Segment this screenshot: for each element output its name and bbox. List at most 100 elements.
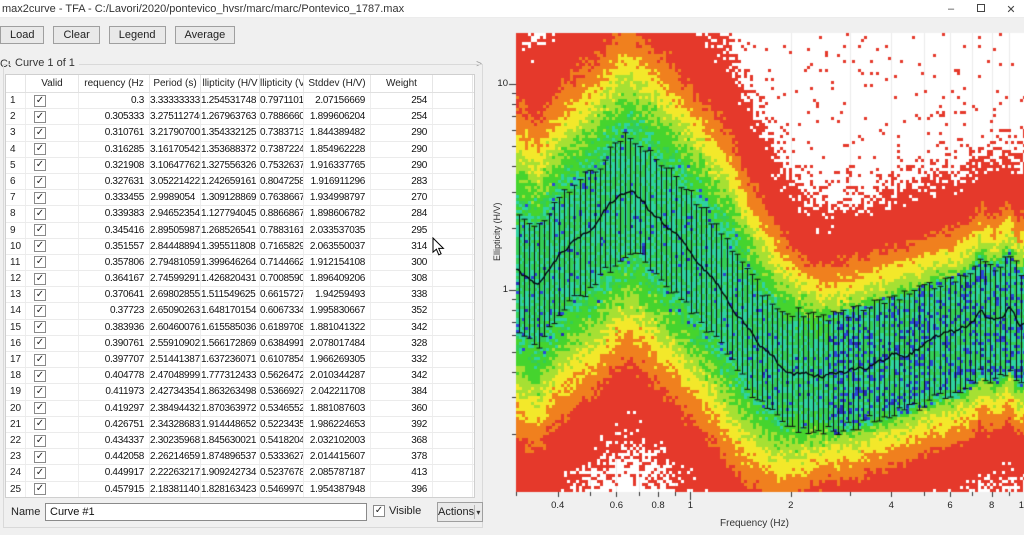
row-number: 21: [6, 417, 26, 432]
table-cell: 1.354332125: [201, 125, 260, 140]
table-row: 24✓0.4499172.2226321741.9092427340.52376…: [6, 465, 474, 481]
valid-checkbox[interactable]: ✓: [34, 256, 46, 268]
y-tick-label: 10: [490, 78, 508, 89]
table-cell: 328: [371, 336, 433, 351]
valid-cell: ✓: [26, 449, 79, 464]
table-cell: 1.777312433: [201, 368, 260, 383]
toolbar-button-clear[interactable]: Clear: [53, 26, 99, 44]
table-cell: 2.183811406: [150, 482, 201, 497]
valid-checkbox[interactable]: ✓: [34, 354, 46, 366]
column-header[interactable]: Valid: [26, 75, 79, 92]
minimize-icon[interactable]: –: [944, 3, 958, 15]
column-header[interactable]: requency (Hz: [79, 75, 150, 92]
table-row: 10✓0.3515572.8444889451.3955118080.71658…: [6, 239, 474, 255]
close-icon[interactable]: ✕: [1004, 3, 1018, 16]
valid-checkbox[interactable]: ✓: [34, 289, 46, 301]
table-row: 9✓0.3454162.895059871.2685265410.7883161…: [6, 223, 474, 239]
valid-checkbox[interactable]: ✓: [34, 143, 46, 155]
table-cell-empty: [433, 206, 473, 221]
table-cell: 1.966269305: [304, 352, 371, 367]
column-header[interactable]: [6, 75, 26, 92]
table-row: 1✓0.33.3333333331.2545317480.79711015832…: [6, 93, 474, 109]
column-header[interactable]: Stddev (H/V): [304, 75, 371, 92]
table-row: 17✓0.3977072.5144138781.6372360710.61078…: [6, 352, 474, 368]
visible-checkbox[interactable]: ✓: [373, 505, 385, 517]
valid-checkbox[interactable]: ✓: [34, 224, 46, 236]
table-cell: 342: [371, 368, 433, 383]
table-cell: 0.6615727222: [260, 287, 304, 302]
valid-cell: ✓: [26, 93, 79, 108]
valid-checkbox[interactable]: ✓: [34, 321, 46, 333]
column-header[interactable]: Weight: [371, 75, 433, 92]
table-cell: 0.7638667392: [260, 190, 304, 205]
table-cell: 0.364167: [79, 271, 150, 286]
valid-checkbox[interactable]: ✓: [34, 273, 46, 285]
table-cell-empty: [433, 465, 473, 480]
toolbar-button-legend[interactable]: Legend: [109, 26, 166, 44]
table-cell: 2.010344287: [304, 368, 371, 383]
x-tick-label: 8: [979, 500, 1005, 511]
valid-cell: ✓: [26, 401, 79, 416]
table-cell: 2.604600767: [150, 320, 201, 335]
valid-checkbox[interactable]: ✓: [34, 208, 46, 220]
table-cell: 3.052214229: [150, 174, 201, 189]
table-cell: 2.063550037: [304, 239, 371, 254]
valid-checkbox[interactable]: ✓: [34, 176, 46, 188]
table-cell: 0.397707: [79, 352, 150, 367]
table-scrollbar[interactable]: [474, 74, 475, 498]
valid-checkbox[interactable]: ✓: [34, 127, 46, 139]
table-cell: 1.309128869: [201, 190, 260, 205]
valid-checkbox[interactable]: ✓: [34, 483, 46, 495]
table-cell: 0.7886660715: [260, 109, 304, 124]
table-cell: 1.254531748: [201, 93, 260, 108]
column-header[interactable]: Period (s): [150, 75, 201, 92]
x-tick-label: 0.4: [545, 500, 571, 511]
table-cell-empty: [433, 158, 473, 173]
toolbar-button-load[interactable]: Load: [0, 26, 44, 44]
table-cell: 2.74599291: [150, 271, 201, 286]
table-cell: 1.648170154: [201, 303, 260, 318]
valid-cell: ✓: [26, 336, 79, 351]
valid-checkbox[interactable]: ✓: [34, 418, 46, 430]
valid-checkbox[interactable]: ✓: [34, 240, 46, 252]
valid-checkbox[interactable]: ✓: [34, 435, 46, 447]
table-cell: 0.6189708236: [260, 320, 304, 335]
valid-cell: ✓: [26, 223, 79, 238]
valid-checkbox[interactable]: ✓: [34, 159, 46, 171]
valid-checkbox[interactable]: ✓: [34, 386, 46, 398]
maximize-icon[interactable]: [974, 4, 988, 15]
column-header[interactable]: [433, 75, 473, 92]
valid-cell: ✓: [26, 417, 79, 432]
title-bar: max2curve - TFA - C:/Lavori/2020/pontevi…: [0, 0, 1024, 18]
valid-cell: ✓: [26, 368, 79, 383]
mouse-cursor: [432, 237, 446, 257]
column-header[interactable]: llipticity (V/H: [260, 75, 304, 92]
row-number: 4: [6, 142, 26, 157]
valid-checkbox[interactable]: ✓: [34, 370, 46, 382]
valid-checkbox[interactable]: ✓: [34, 402, 46, 414]
valid-checkbox[interactable]: ✓: [34, 192, 46, 204]
table-cell: 0.333455: [79, 190, 150, 205]
valid-checkbox[interactable]: ✓: [34, 111, 46, 123]
row-number: 2: [6, 109, 26, 124]
table-cell-empty: [433, 320, 473, 335]
column-header[interactable]: llipticity (H/V: [201, 75, 260, 92]
table-cell-empty: [433, 287, 473, 302]
valid-checkbox[interactable]: ✓: [34, 95, 46, 107]
valid-checkbox[interactable]: ✓: [34, 467, 46, 479]
row-number: 24: [6, 465, 26, 480]
actions-label: Actions: [438, 506, 474, 518]
valid-cell: ✓: [26, 190, 79, 205]
table-cell: 0.7008590418: [260, 271, 304, 286]
valid-checkbox[interactable]: ✓: [34, 337, 46, 349]
valid-cell: ✓: [26, 384, 79, 399]
valid-cell: ✓: [26, 206, 79, 221]
valid-checkbox[interactable]: ✓: [34, 305, 46, 317]
actions-button[interactable]: Actions ▾: [437, 502, 483, 522]
curve-name-input[interactable]: [45, 503, 367, 521]
toolbar-button-average[interactable]: Average: [175, 26, 236, 44]
table-cell-empty: [433, 271, 473, 286]
table-cell: 1.934998797: [304, 190, 371, 205]
valid-checkbox[interactable]: ✓: [34, 451, 46, 463]
table-cell: 2.946523544: [150, 206, 201, 221]
